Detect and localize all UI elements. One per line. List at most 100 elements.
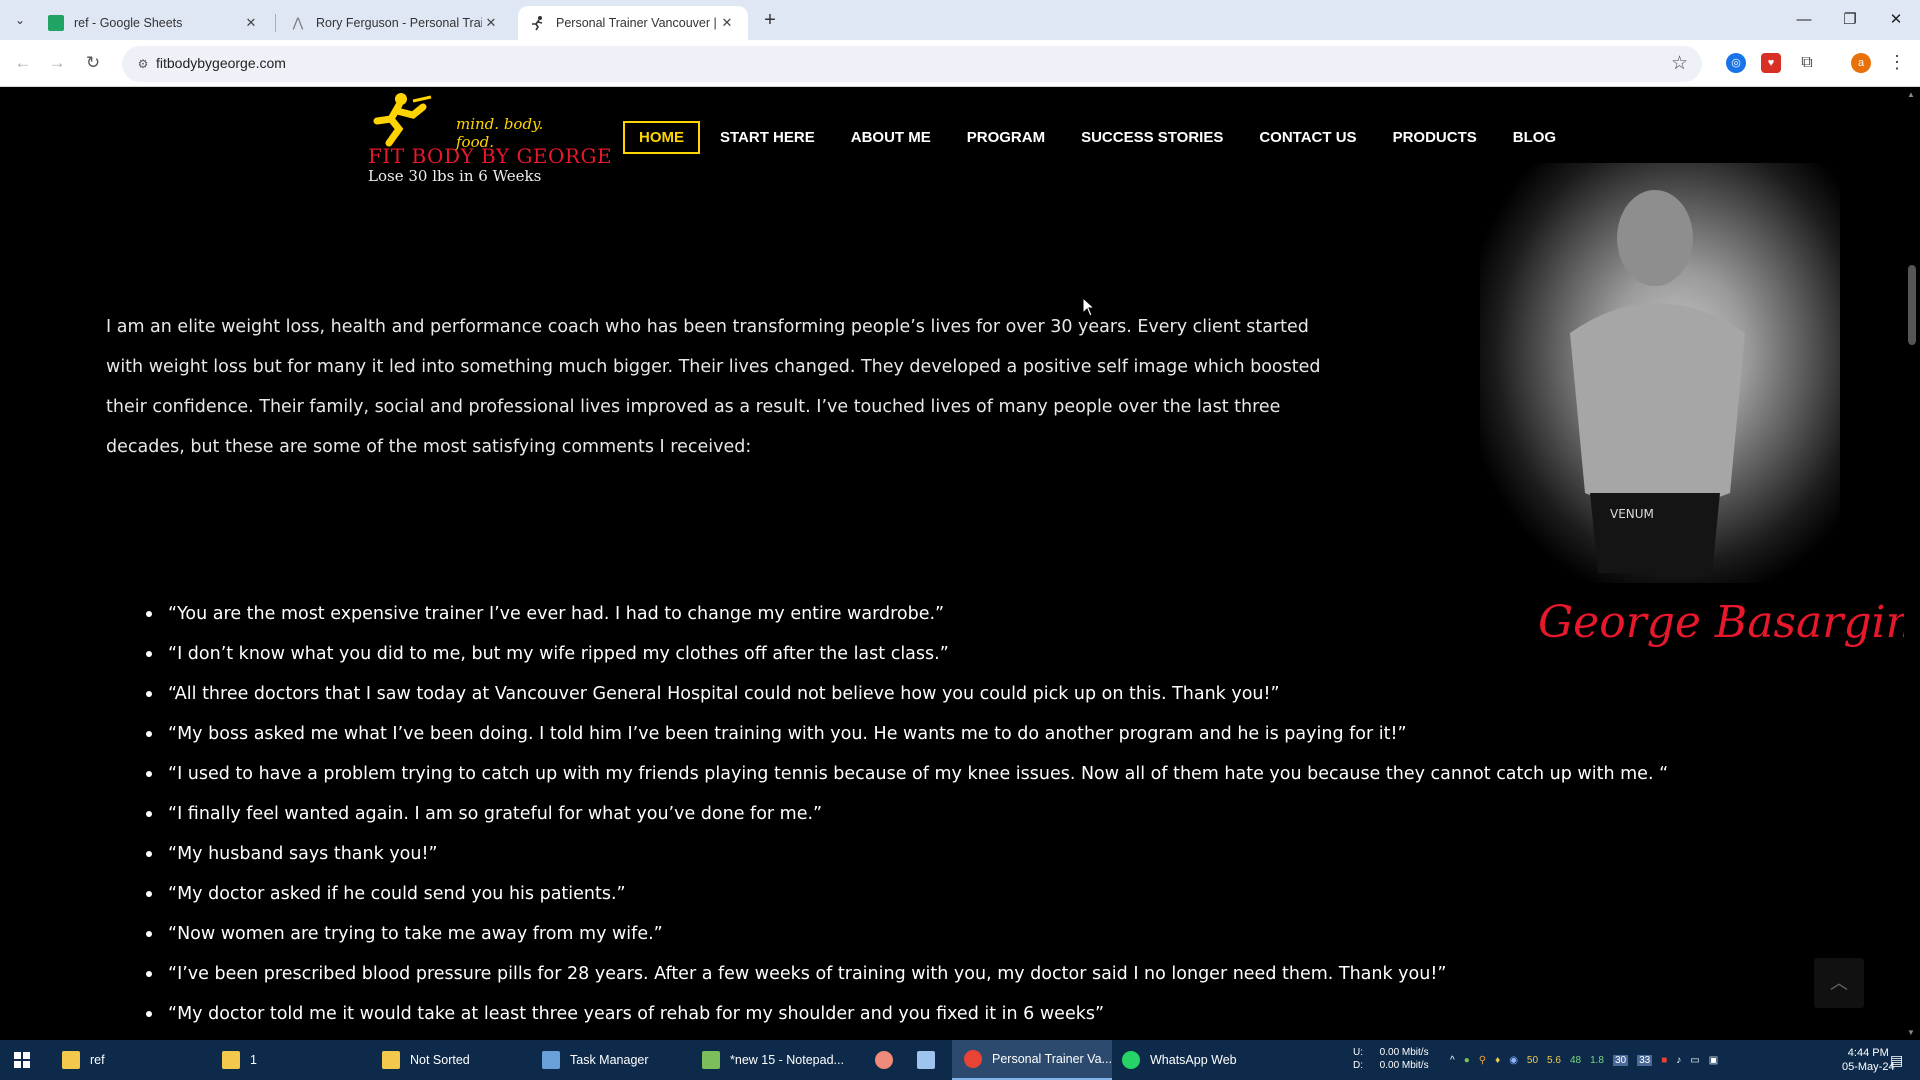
- tab-rory-ferguson[interactable]: ⋀ Rory Ferguson - Personal Traini ✕: [278, 6, 512, 40]
- taskbar-label: *new 15 - Notepad...: [730, 1053, 844, 1067]
- clock-time: 4:44 PM: [1847, 1047, 1889, 1059]
- tab-strip: ⌄ ref - Google Sheets ✕ ⋀ Rory Ferguson …: [0, 0, 1920, 40]
- close-tab-icon[interactable]: ✕: [482, 14, 500, 32]
- address-bar[interactable]: ⚙ fitbodybygeorge.com ☆: [122, 46, 1702, 82]
- tray-value: 1.8: [1590, 1054, 1604, 1066]
- reload-icon[interactable]: ↻: [80, 50, 106, 76]
- notification-icon[interactable]: ▤: [1890, 1040, 1914, 1080]
- document-icon: [917, 1051, 935, 1069]
- taskbar-item-document[interactable]: [908, 1040, 944, 1080]
- list-item: “You are the most expensive trainer I’ve…: [146, 594, 1668, 634]
- tray-globe-icon[interactable]: ◉: [1509, 1055, 1518, 1066]
- new-tab-button[interactable]: +: [758, 8, 782, 32]
- nav-blog[interactable]: BLOG: [1513, 129, 1556, 146]
- tab-title: Rory Ferguson - Personal Traini: [316, 16, 482, 30]
- runner-logo-icon: [373, 93, 432, 147]
- nav-about-me[interactable]: ABOUT ME: [851, 129, 931, 146]
- taskbar-item-not-sorted[interactable]: Not Sorted: [382, 1040, 532, 1080]
- close-tab-icon[interactable]: ✕: [242, 14, 260, 32]
- google-sheets-icon: [48, 15, 64, 31]
- close-window-icon[interactable]: ✕: [1873, 0, 1919, 40]
- browser-menu-icon[interactable]: ⋮: [1888, 52, 1906, 73]
- volume-icon[interactable]: ♪: [1676, 1055, 1681, 1066]
- minimize-icon[interactable]: —: [1781, 0, 1827, 40]
- tab-search-icon[interactable]: ⌄: [8, 8, 32, 32]
- page-scrollbar[interactable]: ▲ ▼: [1904, 87, 1920, 1040]
- list-item: “Now women are trying to take me away fr…: [146, 914, 1668, 954]
- url-text[interactable]: fitbodybygeorge.com: [156, 55, 286, 71]
- battery-icon[interactable]: ▭: [1690, 1055, 1699, 1066]
- list-item: “I finally feel wanted again. I am so gr…: [146, 794, 1668, 834]
- list-item: “My boss asked me what I’ve been doing. …: [146, 714, 1668, 754]
- taskbar-item-1[interactable]: 1: [222, 1040, 372, 1080]
- nav-start-here[interactable]: START HERE: [720, 129, 815, 146]
- clock-date: 05-May-24: [1842, 1061, 1895, 1073]
- main-navigation: HOME START HERE ABOUT ME PROGRAM SUCCESS…: [623, 120, 1592, 154]
- browser-toolbar: ← → ↻ ⚙ fitbodybygeorge.com ☆ ◎ ♥ ⧉ a ⋮: [0, 40, 1920, 87]
- extension-icon[interactable]: ◎: [1726, 53, 1746, 73]
- tray-value: 50: [1526, 1054, 1539, 1066]
- taskbar-item-whatsapp[interactable]: WhatsApp Web: [1122, 1040, 1272, 1080]
- taskbar-item-app[interactable]: [866, 1040, 902, 1080]
- taskbar-item-task-manager[interactable]: Task Manager: [542, 1040, 692, 1080]
- taskbar-label: Personal Trainer Va...: [992, 1052, 1112, 1066]
- restore-icon[interactable]: ❐: [1827, 0, 1873, 40]
- taskbar-item-ref[interactable]: ref: [62, 1040, 212, 1080]
- tray-value: 5.6: [1547, 1054, 1561, 1066]
- site-info-icon[interactable]: ⚙: [134, 55, 152, 73]
- tray-value: 30: [1612, 1054, 1629, 1066]
- back-icon[interactable]: ←: [10, 50, 36, 76]
- web-page: mind. body. food. FIT BODY BY GEORGE Los…: [0, 87, 1904, 1040]
- nav-products[interactable]: PRODUCTS: [1393, 129, 1477, 146]
- download-label: D:: [1353, 1060, 1363, 1071]
- bookmark-star-icon[interactable]: ☆: [1671, 52, 1688, 75]
- folder-icon: [62, 1051, 80, 1069]
- tray-app-icon[interactable]: ●: [1464, 1055, 1470, 1066]
- taskbar-label: ref: [90, 1053, 105, 1067]
- close-tab-icon[interactable]: ✕: [718, 14, 736, 32]
- task-manager-icon: [542, 1051, 560, 1069]
- tab-title: ref - Google Sheets: [74, 16, 183, 30]
- tab-separator: [275, 14, 276, 32]
- trainer-photo: VENUM: [1480, 163, 1840, 583]
- network-icon[interactable]: ▣: [1709, 1055, 1718, 1066]
- runner-icon: [530, 15, 546, 31]
- tray-search-icon[interactable]: ⚲: [1479, 1055, 1486, 1066]
- taskbar-label: 1: [250, 1053, 257, 1067]
- upload-speed: 0.00 Mbit/s: [1379, 1047, 1429, 1058]
- site-icon: ⋀: [292, 15, 304, 30]
- extensions-puzzle-icon[interactable]: ⧉: [1797, 53, 1817, 73]
- back-to-top-button[interactable]: ︿: [1814, 958, 1864, 1008]
- tab-google-sheets[interactable]: ref - Google Sheets ✕: [36, 6, 272, 40]
- forward-icon[interactable]: →: [44, 50, 70, 76]
- scrollbar-thumb[interactable]: [1908, 265, 1916, 345]
- tray-chevron-icon[interactable]: ^: [1450, 1055, 1455, 1066]
- windows-start-icon[interactable]: [14, 1052, 30, 1068]
- nav-contact-us[interactable]: CONTACT US: [1259, 129, 1356, 146]
- list-item: “I don’t know what you did to me, but my…: [146, 634, 1668, 674]
- logo-subtitle: Lose 30 lbs in 6 Weeks: [368, 167, 542, 185]
- nav-home[interactable]: HOME: [623, 120, 700, 154]
- whatsapp-icon: [1122, 1051, 1140, 1069]
- taskbar-item-notepad[interactable]: *new 15 - Notepad...: [702, 1040, 852, 1080]
- taskbar-item-chrome[interactable]: Personal Trainer Va...: [952, 1040, 1112, 1080]
- testimonial-list: “You are the most expensive trainer I’ve…: [146, 594, 1668, 1034]
- system-clock[interactable]: 4:44 PM 05-May-24: [1842, 1046, 1895, 1074]
- shield-extension-icon[interactable]: ♥: [1761, 53, 1781, 73]
- tab-personal-trainer-vancouver[interactable]: Personal Trainer Vancouver | We ✕: [518, 6, 748, 40]
- list-item: “My doctor told me it would take at leas…: [146, 994, 1668, 1034]
- list-item: “My husband says thank you!”: [146, 834, 1668, 874]
- intro-paragraph: I am an elite weight loss, health and pe…: [106, 317, 1321, 457]
- list-item: “All three doctors that I saw today at V…: [146, 674, 1668, 714]
- list-item: “I used to have a problem trying to catc…: [146, 754, 1668, 794]
- tray-shield-icon[interactable]: ♦: [1495, 1055, 1500, 1066]
- nav-program[interactable]: PROGRAM: [967, 129, 1045, 146]
- scroll-up-icon[interactable]: ▲: [1907, 90, 1915, 99]
- shorts-label: VENUM: [1610, 507, 1654, 521]
- scroll-down-icon[interactable]: ▼: [1907, 1028, 1915, 1037]
- system-tray: ^ ● ⚲ ♦ ◉ 50 5.6 48 1.8 30 33 ■ ♪ ▭ ▣: [1450, 1040, 1727, 1080]
- profile-avatar[interactable]: a: [1851, 53, 1871, 73]
- site-logo[interactable]: mind. body. food. FIT BODY BY GEORGE Los…: [366, 91, 612, 185]
- tray-antivirus-icon[interactable]: ■: [1661, 1055, 1667, 1066]
- nav-success-stories[interactable]: SUCCESS STORIES: [1081, 129, 1223, 146]
